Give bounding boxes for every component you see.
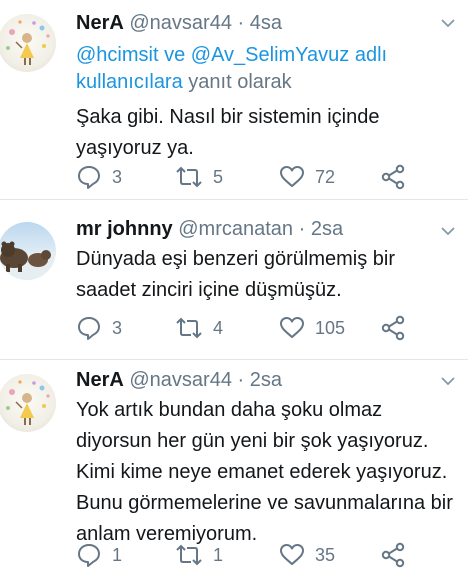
reply-button[interactable]: 3	[76, 314, 122, 342]
like-button[interactable]: 72	[279, 163, 335, 191]
share-button[interactable]	[380, 163, 406, 191]
tweet[interactable]: NerA @navsar44 · 2sa Yok artık bundan da…	[0, 360, 468, 569]
like-count: 72	[315, 166, 336, 187]
reply-icon	[78, 317, 100, 340]
retweet-icon	[176, 166, 202, 188]
retweet-count: 1	[213, 544, 224, 565]
reply-count: 1	[112, 544, 123, 565]
reply-icon	[78, 544, 100, 567]
like-button[interactable]: 105	[279, 314, 345, 342]
tweet-header: mr johnny @mrcanatan · 2sa	[76, 216, 458, 242]
reply-suffix: yanıt olarak	[182, 71, 292, 93]
avatar-illustration	[0, 241, 56, 280]
avatar-illustration	[6, 380, 50, 425]
retweet-button[interactable]: 5	[175, 163, 223, 191]
retweet-icon	[176, 317, 202, 339]
share-icon	[381, 542, 405, 568]
avatar-illustration	[6, 20, 50, 65]
reply-icon	[78, 166, 100, 189]
user-handle[interactable]: @mrcanatan	[178, 218, 293, 240]
retweet-button[interactable]: 1	[175, 541, 223, 569]
share-icon	[381, 315, 405, 341]
retweet-count: 4	[213, 317, 224, 338]
display-name[interactable]: NerA	[76, 12, 124, 34]
tweet-actions: 3 4 105	[76, 314, 468, 342]
user-handle[interactable]: @navsar44	[129, 369, 232, 391]
avatar[interactable]	[0, 222, 56, 280]
tweet-header: NerA @navsar44 · 4sa	[76, 10, 458, 36]
like-button[interactable]: 35	[279, 541, 335, 569]
like-count: 105	[315, 317, 346, 338]
tweet-text: Dünyada eşi benzeri görülmemiş bir saade…	[76, 248, 396, 301]
like-icon	[280, 544, 304, 565]
timestamp[interactable]: 4sa	[250, 12, 282, 34]
timestamp[interactable]: 2sa	[250, 369, 282, 391]
reply-context: @hcimsit ve @Av_SelimYavuz adlı kullanıc…	[76, 42, 458, 96]
avatar[interactable]	[0, 374, 56, 432]
tweet-actions: 1 1 35	[76, 541, 468, 569]
retweet-button[interactable]: 4	[175, 314, 223, 342]
share-icon	[381, 164, 405, 190]
tweet[interactable]: NerA @navsar44 · 4sa @hcimsit ve @Av_Sel…	[0, 0, 468, 200]
tweet-text: Yok artık bundan daha şoku olmaz diyorsu…	[76, 399, 453, 545]
user-handle[interactable]: @navsar44	[129, 12, 232, 34]
tweet-text: Şaka gibi. Nasıl bir sistemin içinde yaş…	[76, 106, 380, 159]
separator: ·	[237, 369, 245, 391]
retweet-icon	[176, 544, 202, 566]
caret-down-icon[interactable]	[440, 18, 456, 28]
separator: ·	[298, 218, 306, 240]
share-button[interactable]	[380, 541, 406, 569]
tweet-actions: 3 5 72	[76, 163, 468, 191]
like-icon	[280, 317, 304, 338]
share-button[interactable]	[380, 314, 406, 342]
separator: ·	[237, 12, 245, 34]
timestamp[interactable]: 2sa	[311, 218, 343, 240]
caret-down-icon[interactable]	[440, 376, 456, 386]
tweet[interactable]: mr johnny @mrcanatan · 2sa Dünyada eşi b…	[0, 200, 468, 360]
reply-button[interactable]: 1	[76, 541, 122, 569]
display-name[interactable]: mr johnny	[76, 218, 173, 240]
like-icon	[280, 166, 304, 187]
reply-count: 3	[112, 317, 123, 338]
reply-count: 3	[112, 166, 123, 187]
avatar[interactable]	[0, 14, 56, 72]
retweet-count: 5	[213, 166, 224, 187]
tweet-header: NerA @navsar44 · 2sa	[76, 367, 458, 393]
display-name[interactable]: NerA	[76, 369, 124, 391]
reply-button[interactable]: 3	[76, 163, 122, 191]
caret-down-icon[interactable]	[440, 226, 456, 236]
like-count: 35	[315, 544, 336, 565]
